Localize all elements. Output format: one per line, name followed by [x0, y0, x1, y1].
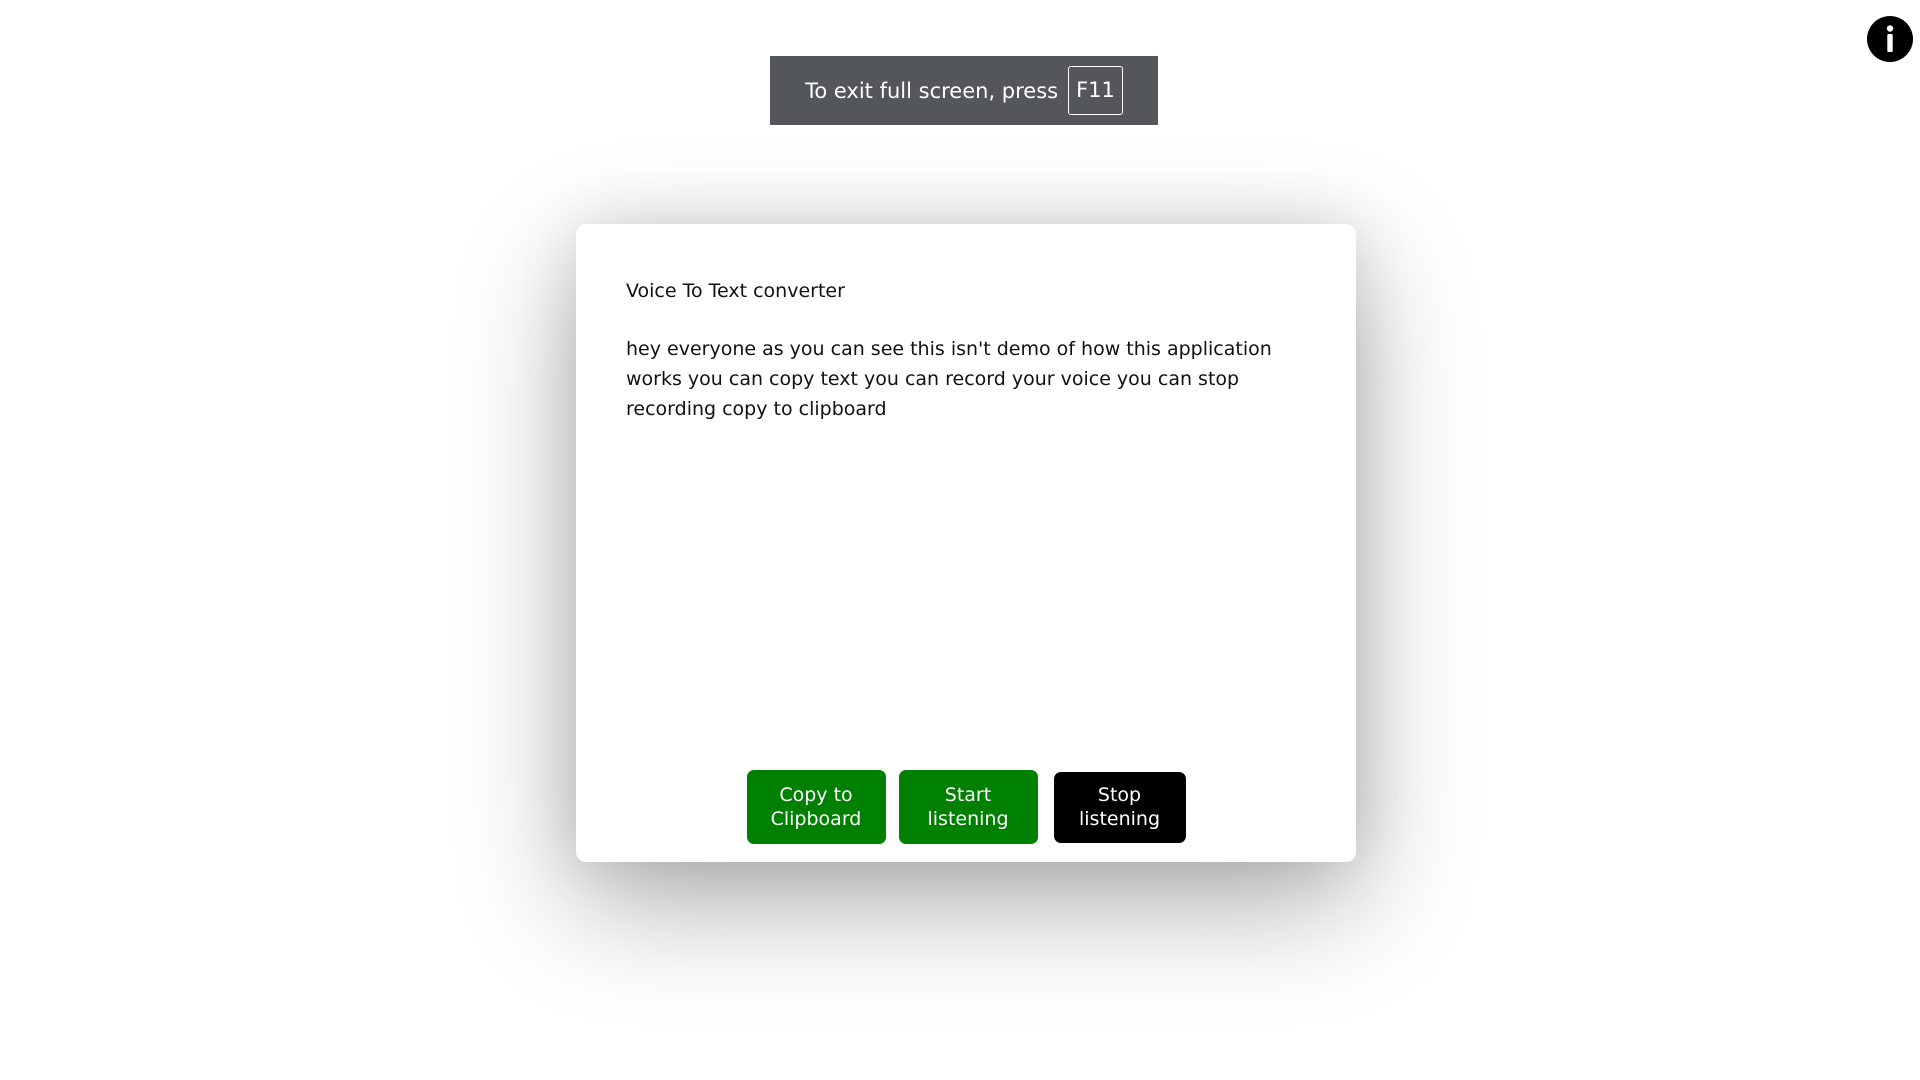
fullscreen-exit-banner: To exit full screen, press F11	[770, 56, 1158, 125]
action-buttons: Copy to Clipboard Start listening Stop l…	[576, 770, 1356, 844]
voice-to-text-card: Voice To Text converter hey everyone as …	[576, 224, 1356, 862]
copy-to-clipboard-button[interactable]: Copy to Clipboard	[746, 770, 886, 844]
fullscreen-exit-text: To exit full screen, press	[805, 78, 1059, 103]
info-button[interactable]	[1867, 16, 1913, 62]
start-listening-button[interactable]: Start listening	[898, 770, 1038, 844]
start-listening-label: Start listening	[927, 784, 1009, 830]
app-title: Voice To Text converter	[626, 280, 845, 302]
stop-listening-label: Stop listening	[1078, 784, 1161, 830]
transcript-text: hey everyone as you can see this isn't d…	[626, 338, 1272, 420]
f11-key-badge: F11	[1068, 66, 1123, 115]
info-icon	[1886, 25, 1894, 52]
copy-to-clipboard-label: Copy to Clipboard	[770, 784, 862, 830]
stop-listening-button[interactable]: Stop listening	[1053, 771, 1186, 843]
